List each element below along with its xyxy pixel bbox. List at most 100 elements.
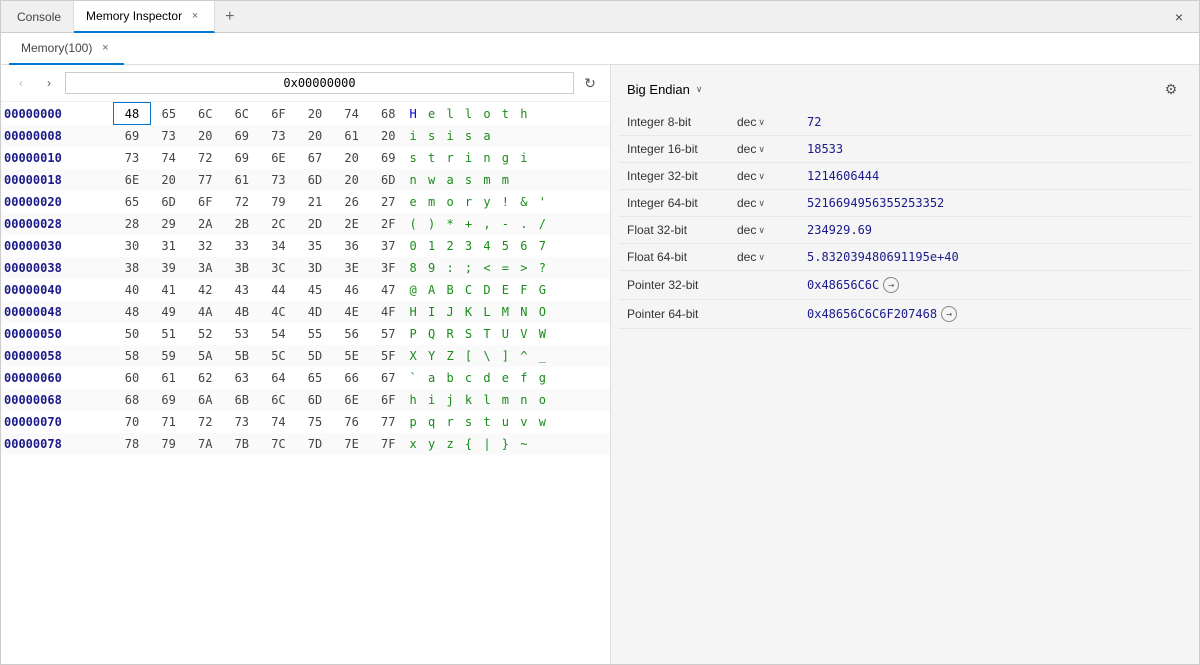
refresh-button[interactable]: ↻ [578,71,602,95]
hex-cell[interactable]: 59 [150,345,187,367]
hex-cell[interactable]: 7F [370,433,407,455]
hex-cell[interactable]: 62 [187,367,224,389]
hex-cell[interactable]: 31 [150,235,187,257]
tab-memory-inspector[interactable]: Memory Inspector × [74,1,215,33]
hex-cell[interactable]: 5F [370,345,407,367]
hex-cell[interactable]: 79 [150,433,187,455]
hex-cell[interactable]: 5B [224,345,261,367]
endian-select[interactable]: Big Endian ∨ [627,82,702,97]
hex-cell[interactable]: 20 [370,125,407,147]
hex-cell[interactable]: 73 [260,125,297,147]
hex-cell[interactable]: 65 [150,103,187,125]
hex-cell[interactable]: 76 [333,411,370,433]
data-type-format[interactable]: dec∨ [737,223,807,237]
back-button[interactable]: ‹ [9,71,33,95]
pointer-follow-button[interactable]: → [941,306,957,322]
hex-cell[interactable]: 75 [297,411,334,433]
hex-cell[interactable]: 5D [297,345,334,367]
hex-cell[interactable]: 7E [333,433,370,455]
hex-cell[interactable]: 6C [260,389,297,411]
hex-cell[interactable]: 78 [114,433,151,455]
hex-cell[interactable]: 21 [297,191,334,213]
hex-cell[interactable]: 2E [333,213,370,235]
sub-tab-memory-100[interactable]: Memory(100) × [9,33,124,65]
hex-cell[interactable]: 2B [224,213,261,235]
hex-cell[interactable]: 6C [187,103,224,125]
hex-cell[interactable]: 71 [150,411,187,433]
hex-cell[interactable]: 6B [224,389,261,411]
hex-cell[interactable]: 3C [260,257,297,279]
hex-cell[interactable]: 4D [297,301,334,323]
hex-cell[interactable]: 36 [333,235,370,257]
forward-button[interactable]: › [37,71,61,95]
hex-cell[interactable]: 30 [114,235,151,257]
hex-cell[interactable]: 69 [150,389,187,411]
tab-add-button[interactable]: + [215,1,244,33]
hex-cell[interactable]: 32 [187,235,224,257]
hex-cell[interactable]: 64 [260,367,297,389]
hex-cell[interactable]: 3B [224,257,261,279]
hex-cell[interactable]: 6E [333,389,370,411]
hex-cell[interactable]: 34 [260,235,297,257]
hex-cell[interactable]: 38 [114,257,151,279]
hex-cell[interactable]: 39 [150,257,187,279]
hex-cell[interactable]: 69 [224,125,261,147]
hex-cell[interactable]: 6D [150,191,187,213]
hex-cell[interactable]: 49 [150,301,187,323]
hex-cell[interactable]: 58 [114,345,151,367]
hex-cell[interactable]: 37 [370,235,407,257]
hex-cell[interactable]: 2A [187,213,224,235]
hex-cell[interactable]: 28 [114,213,151,235]
hex-cell[interactable]: 47 [370,279,407,301]
hex-cell[interactable]: 6D [297,169,334,191]
data-type-format[interactable]: dec∨ [737,115,807,129]
hex-cell[interactable]: 4F [370,301,407,323]
hex-cell[interactable]: 46 [333,279,370,301]
hex-cell[interactable]: 72 [187,411,224,433]
hex-cell[interactable]: 44 [260,279,297,301]
hex-cell[interactable]: 20 [297,125,334,147]
hex-cell[interactable]: 6F [370,389,407,411]
hex-cell[interactable]: 41 [150,279,187,301]
hex-cell[interactable]: 72 [224,191,261,213]
hex-cell[interactable]: 3A [187,257,224,279]
hex-cell[interactable]: 54 [260,323,297,345]
sub-tab-close[interactable]: × [98,41,112,55]
hex-cell[interactable]: 69 [370,147,407,169]
hex-cell[interactable]: 74 [260,411,297,433]
hex-cell[interactable]: 6D [297,389,334,411]
hex-cell[interactable]: 5C [260,345,297,367]
hex-cell[interactable]: 52 [187,323,224,345]
data-type-format[interactable]: dec∨ [737,250,807,264]
window-close-button[interactable]: × [1163,1,1195,33]
hex-cell[interactable]: 61 [150,367,187,389]
data-type-format[interactable]: dec∨ [737,169,807,183]
hex-cell[interactable]: 7D [297,433,334,455]
hex-cell[interactable]: 6E [114,169,151,191]
pointer-follow-button[interactable]: → [883,277,899,293]
hex-cell[interactable]: 65 [114,191,151,213]
data-type-format[interactable]: dec∨ [737,142,807,156]
memory-table-wrapper[interactable]: 0000000048656C6C6F207468H e l l o t h000… [1,102,610,664]
hex-cell[interactable]: 77 [370,411,407,433]
hex-cell[interactable]: 73 [114,147,151,169]
hex-cell[interactable]: 69 [224,147,261,169]
hex-cell[interactable]: 68 [114,389,151,411]
hex-cell[interactable]: 69 [114,125,151,147]
hex-cell[interactable]: 2C [260,213,297,235]
hex-cell[interactable]: 3E [333,257,370,279]
hex-cell[interactable]: 3F [370,257,407,279]
hex-cell[interactable]: 4B [224,301,261,323]
hex-cell[interactable]: 4E [333,301,370,323]
hex-cell[interactable]: 61 [224,169,261,191]
hex-cell[interactable]: 2F [370,213,407,235]
hex-cell[interactable]: 73 [150,125,187,147]
hex-cell[interactable]: 55 [297,323,334,345]
hex-cell[interactable]: 67 [370,367,407,389]
hex-cell[interactable]: 73 [260,169,297,191]
hex-cell[interactable]: 20 [187,125,224,147]
hex-cell[interactable]: 6C [224,103,261,125]
hex-cell[interactable]: 6A [187,389,224,411]
hex-cell[interactable]: 56 [333,323,370,345]
data-type-format[interactable]: dec∨ [737,196,807,210]
